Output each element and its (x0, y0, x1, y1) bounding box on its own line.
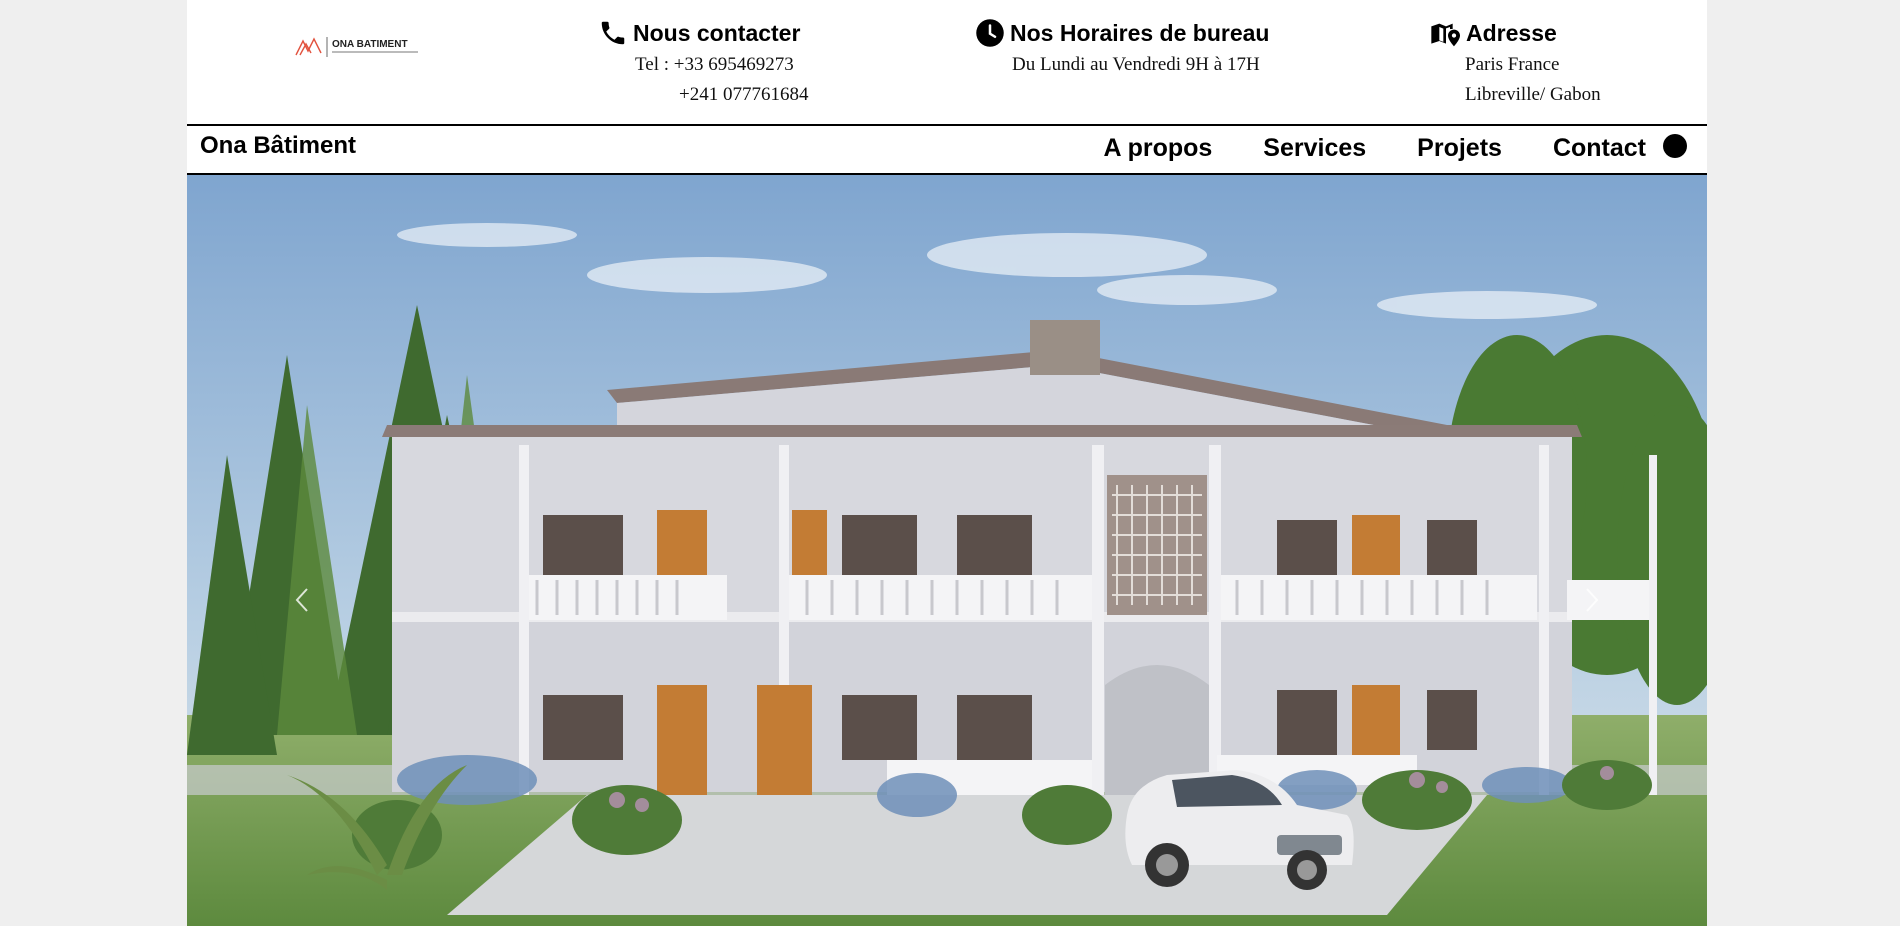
hours-title: Nos Horaires de bureau (1010, 19, 1270, 46)
carousel-next-button[interactable] (1572, 580, 1612, 620)
phone-icon (597, 17, 629, 49)
clock-icon (974, 17, 1006, 49)
site-brand[interactable]: Ona Bâtiment (200, 132, 356, 160)
page-container: ONA BATIMENT Nous contacter Tel : +33 69… (187, 0, 1707, 926)
svg-text:ONA BATIMENT: ONA BATIMENT (332, 39, 408, 50)
hero-building-image (187, 175, 1707, 926)
hours-text: Du Lundi au Vendredi 9H à 17H (1012, 54, 1260, 75)
company-logo[interactable]: ONA BATIMENT (294, 33, 422, 61)
chevron-left-icon (295, 588, 308, 612)
nav-link-contact[interactable]: Contact (1553, 134, 1646, 163)
contact-phone-1: Tel : +33 695469273 (635, 54, 794, 75)
top-info-bar: ONA BATIMENT Nous contacter Tel : +33 69… (187, 0, 1707, 125)
main-navbar: Ona Bâtiment A propos Services Projets C… (187, 124, 1707, 175)
nav-link-a-propos[interactable]: A propos (1104, 134, 1213, 163)
address-block: Adresse Paris France Libreville/ Gabon (1430, 16, 1601, 110)
map-marker-icon (1430, 17, 1462, 49)
nav-menu: A propos Services Projets Contact (1104, 133, 1687, 163)
contact-block: Nous contacter Tel : +33 695469273 +241 … (597, 16, 808, 110)
address-title: Adresse (1466, 19, 1557, 46)
menu-toggle-dot[interactable] (1663, 133, 1687, 158)
hero-carousel (187, 175, 1707, 926)
carousel-prev-button[interactable] (282, 580, 322, 620)
office-hours-block: Nos Horaires de bureau Du Lundi au Vendr… (974, 16, 1269, 80)
nav-link-services[interactable]: Services (1263, 134, 1366, 163)
address-line-2: Libreville/ Gabon (1465, 84, 1601, 105)
contact-phone-2: +241 077761684 (679, 84, 809, 105)
contact-title: Nous contacter (633, 19, 801, 46)
nav-link-projets[interactable]: Projets (1417, 134, 1502, 163)
chevron-right-icon (1586, 588, 1599, 612)
address-line-1: Paris France (1465, 54, 1560, 75)
